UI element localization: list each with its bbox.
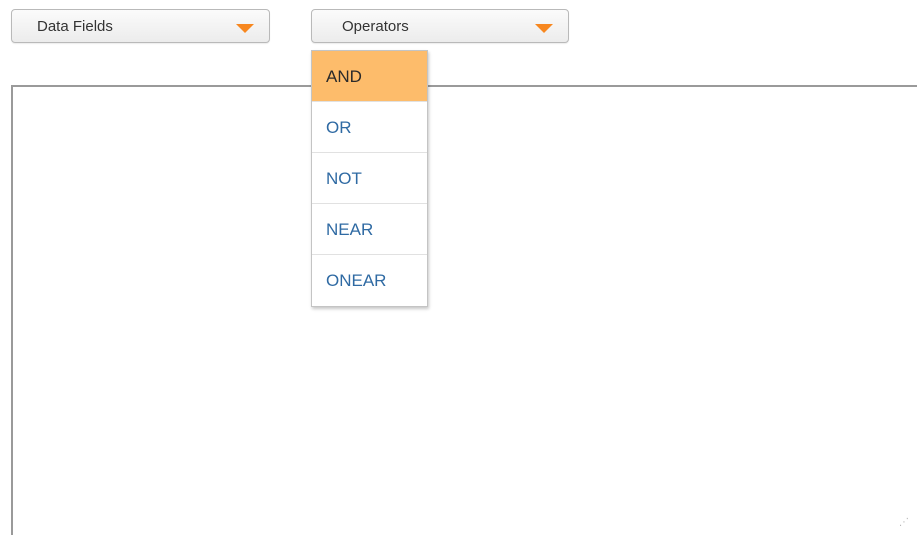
query-builder: Data Fields Operators ⋰ AND OR NOT NEAR … (0, 0, 917, 535)
operator-option-and[interactable]: AND (312, 51, 427, 102)
operator-option-not[interactable]: NOT (312, 153, 427, 204)
operators-label: Operators (342, 18, 409, 35)
operators-dropdown[interactable]: Operators (311, 9, 569, 43)
operator-option-onear[interactable]: ONEAR (312, 255, 427, 306)
query-editor[interactable] (11, 85, 917, 535)
operators-menu: AND OR NOT NEAR ONEAR (311, 50, 428, 307)
data-fields-label: Data Fields (37, 18, 113, 35)
data-fields-dropdown[interactable]: Data Fields (11, 9, 270, 43)
operator-option-near[interactable]: NEAR (312, 204, 427, 255)
resize-grip-icon[interactable]: ⋰ (899, 517, 911, 529)
operator-option-or[interactable]: OR (312, 102, 427, 153)
chevron-down-icon (236, 24, 254, 33)
chevron-down-icon (535, 24, 553, 33)
